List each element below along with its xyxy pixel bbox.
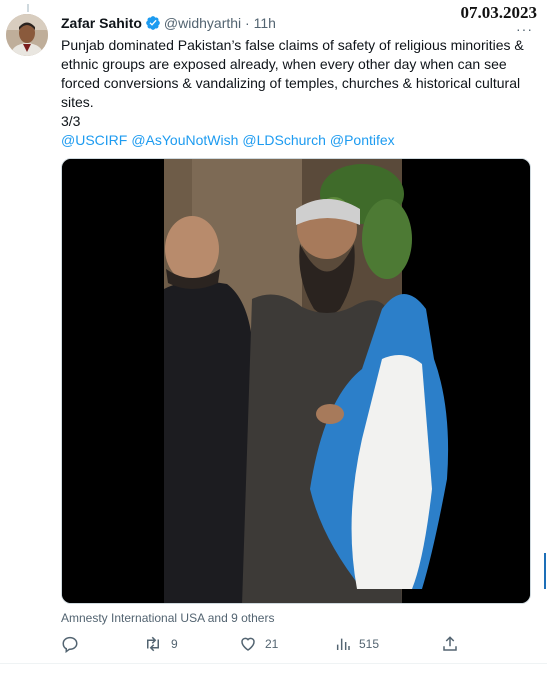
more-options-icon[interactable]: ··· (516, 22, 533, 36)
avatar[interactable] (6, 14, 48, 56)
scrollbar-handle[interactable] (544, 553, 546, 589)
share-button[interactable] (441, 633, 459, 655)
views-count: 515 (359, 637, 380, 651)
tweet-body: Punjab dominated Pakistan’s false claims… (61, 37, 524, 110)
heart-icon (239, 635, 257, 653)
views-button[interactable]: 515 (335, 633, 379, 655)
author-name[interactable]: Zafar Sahito (61, 15, 142, 31)
header-separator: · (245, 15, 250, 31)
like-count: 21 (265, 637, 279, 651)
video-frame (164, 159, 449, 603)
tweet-text: Punjab dominated Pakistan’s false claims… (61, 36, 531, 150)
mention-link[interactable]: @AsYouNotWish (131, 132, 238, 148)
video-media[interactable] (61, 158, 531, 604)
tweet-header: Zafar Sahito @widhyarthi · 11h (61, 14, 276, 35)
tweet-timestamp[interactable]: 11h (254, 15, 276, 31)
thread-connector-line (27, 4, 29, 12)
mention-link[interactable]: @LDSchurch (242, 132, 325, 148)
like-button[interactable]: 21 (239, 633, 278, 655)
thread-counter: 3/3 (61, 113, 81, 129)
reply-button[interactable] (61, 633, 79, 655)
date-stamp: 07.03.2023 (460, 3, 538, 22)
mentions-line: @USCIRF @AsYouNotWish @LDSchurch @Pontifex (61, 131, 531, 150)
retweet-icon (143, 635, 163, 653)
mention-link[interactable]: @Pontifex (330, 132, 395, 148)
author-handle[interactable]: @widhyarthi (164, 15, 241, 31)
liked-by-text[interactable]: Amnesty International USA and 9 others (61, 611, 274, 625)
views-chart-icon (335, 635, 351, 653)
reply-icon (61, 635, 79, 653)
tweet-divider (0, 663, 547, 664)
tweet-actions: 9 21 515 (61, 633, 461, 657)
retweet-button[interactable]: 9 (143, 633, 178, 655)
retweet-count: 9 (171, 637, 178, 651)
share-icon (441, 635, 459, 653)
mention-link[interactable]: @USCIRF (61, 132, 127, 148)
verified-badge-icon (145, 15, 161, 35)
